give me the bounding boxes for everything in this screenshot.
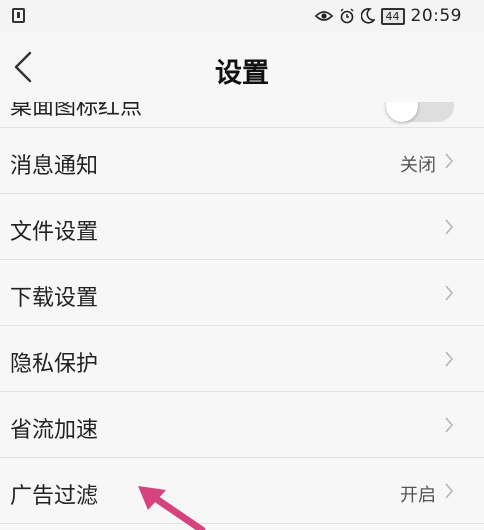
settings-row-label: 桌面图标红点 bbox=[10, 102, 143, 120]
settings-row-notifications[interactable]: 消息通知 关闭 bbox=[0, 128, 484, 194]
title-bar: 设置 bbox=[0, 32, 484, 102]
annotation-arrow-icon bbox=[138, 486, 206, 530]
eye-icon bbox=[314, 11, 333, 21]
settings-row-label: 广告过滤 bbox=[10, 484, 99, 509]
toggle-knob bbox=[386, 102, 418, 122]
settings-row-label: 省流加速 bbox=[10, 418, 99, 443]
status-icons: 44 20:59 bbox=[314, 6, 463, 26]
settings-row-privacy[interactable]: 隐私保护 bbox=[0, 326, 484, 392]
settings-row-value: 开启 bbox=[400, 485, 436, 506]
chevron-right-icon bbox=[445, 483, 454, 499]
chevron-right-icon bbox=[445, 351, 454, 367]
badge-toggle[interactable] bbox=[386, 102, 454, 122]
settings-row-value: 关闭 bbox=[400, 155, 436, 176]
settings-row-label: 文件设置 bbox=[10, 220, 99, 245]
settings-row-downloads[interactable]: 下载设置 bbox=[0, 260, 484, 326]
chevron-right-icon bbox=[445, 219, 454, 235]
settings-row-data-saver[interactable]: 省流加速 bbox=[0, 392, 484, 458]
chevron-right-icon bbox=[445, 153, 454, 169]
settings-row-files[interactable]: 文件设置 bbox=[0, 194, 484, 260]
settings-row-label: 消息通知 bbox=[10, 154, 99, 179]
page-title: 设置 bbox=[215, 58, 269, 89]
settings-list: 消息通知 关闭 文件设置 下载设置 隐私保护 省流加速 广告过滤 开启 bbox=[0, 128, 484, 524]
chevron-right-icon bbox=[445, 417, 454, 433]
status-bar: 44 20:59 bbox=[0, 0, 484, 32]
settings-row-ad-filter[interactable]: 广告过滤 开启 bbox=[0, 458, 484, 524]
alarm-icon bbox=[340, 8, 353, 24]
moon-icon bbox=[360, 8, 375, 24]
settings-row-label: 下载设置 bbox=[10, 286, 99, 311]
notification-icon bbox=[12, 8, 25, 23]
settings-row-label: 隐私保护 bbox=[10, 352, 99, 377]
battery-icon: 44 bbox=[380, 7, 405, 25]
chevron-right-icon bbox=[445, 285, 454, 301]
settings-row-desktop-badge[interactable]: 桌面图标红点 bbox=[0, 102, 484, 128]
clock-time: 20:59 bbox=[410, 6, 462, 26]
